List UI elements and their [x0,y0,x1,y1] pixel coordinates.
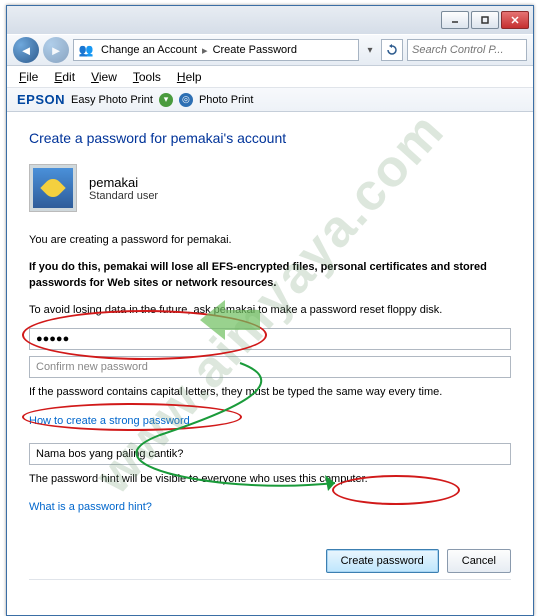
photo-print-icon: ◎ [179,93,193,107]
cancel-button[interactable]: Cancel [447,549,511,573]
main-content: Create a password for pemakai's account … [7,112,533,615]
hint-note: The password hint will be visible to eve… [29,471,511,488]
user-name: pemakai [89,175,158,190]
maximize-button[interactable] [471,11,499,29]
password-hint-link[interactable]: What is a password hint? [29,501,152,513]
menu-edit[interactable]: Edit [54,70,75,84]
info-text: To avoid losing data in the future, ask … [29,302,511,319]
breadcrumb-item[interactable]: Create Password [213,44,297,56]
menu-help[interactable]: Help [177,70,202,84]
password-hint-input[interactable] [29,443,511,465]
user-accounts-icon: 👥 [78,42,94,58]
warning-text: If you do this, pemakai will lose all EF… [29,259,511,292]
breadcrumb-item[interactable]: Change an Account [101,44,197,56]
page-title: Create a password for pemakai's account [29,130,511,146]
easy-photo-print-label[interactable]: Easy Photo Print [71,94,153,106]
info-text: You are creating a password for pemakai. [29,232,511,249]
caps-note: If the password contains capital letters… [29,384,511,401]
refresh-button[interactable] [381,39,403,61]
button-row: Create password Cancel [29,541,511,573]
avatar [29,164,77,212]
photo-print-label[interactable]: Photo Print [199,94,253,106]
create-password-button[interactable]: Create password [326,549,439,573]
dropdown-icon[interactable]: ▾ [159,93,173,107]
back-button[interactable]: ◄ [13,37,39,63]
user-info: pemakai Standard user [29,164,511,212]
nav-bar: ◄ ► 👥 Change an Account ▸ Create Passwor… [7,34,533,66]
chevron-right-icon: ▸ [202,44,208,57]
search-input[interactable] [407,39,527,61]
forward-button[interactable]: ► [43,37,69,63]
address-bar[interactable]: 👥 Change an Account ▸ Create Password [73,39,359,61]
menu-view[interactable]: View [91,70,117,84]
window-frame: ◄ ► 👥 Change an Account ▸ Create Passwor… [6,5,534,616]
menu-bar: File Edit View Tools Help [7,66,533,88]
menu-tools[interactable]: Tools [133,70,161,84]
epson-logo: EPSON [17,92,65,107]
epson-toolbar: EPSON Easy Photo Print ▾ ◎ Photo Print [7,88,533,112]
confirm-password-input[interactable] [29,356,511,378]
strong-password-link[interactable]: How to create a strong password [29,415,190,427]
new-password-input[interactable] [29,328,511,350]
leaf-icon [40,175,65,200]
footer-spacer [29,579,511,597]
minimize-button[interactable] [441,11,469,29]
titlebar [7,6,533,34]
user-type: Standard user [89,190,158,202]
close-button[interactable] [501,11,529,29]
menu-file[interactable]: File [19,70,38,84]
dropdown-icon[interactable]: ▾ [363,45,377,56]
